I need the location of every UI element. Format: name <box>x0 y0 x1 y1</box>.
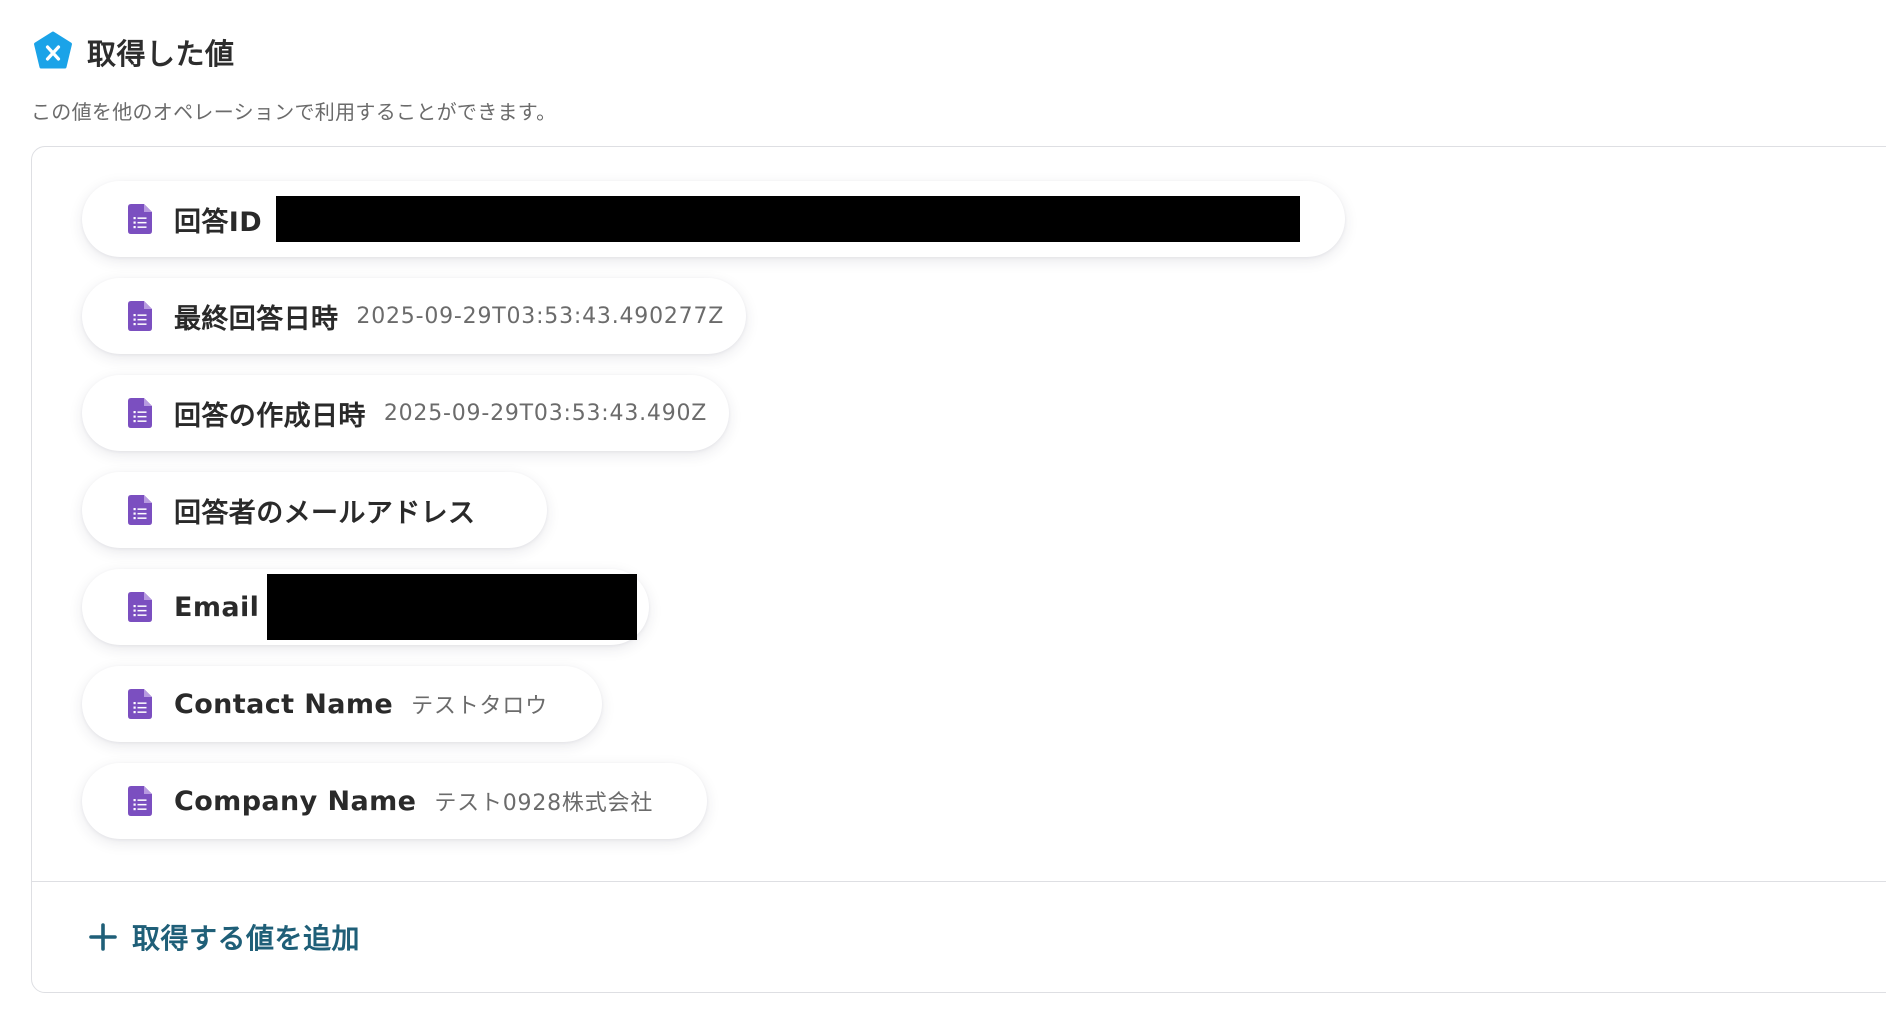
section-description: この値を他のオペレーションで利用することができます。 <box>31 100 557 124</box>
value-text: 2025-09-29T03:53:43.490Z <box>383 400 708 426</box>
google-forms-document-icon <box>128 495 152 525</box>
value-chip-company-name[interactable]: Company Name テスト0928株式会社 <box>82 763 708 839</box>
value-label: Contact Name <box>174 688 394 720</box>
redacted-value <box>276 196 1301 242</box>
value-chip-email[interactable]: Email <box>82 569 650 645</box>
google-forms-document-icon <box>128 786 152 816</box>
value-chip-response-id[interactable]: 回答ID <box>82 181 1345 257</box>
panel-divider <box>32 881 1886 882</box>
value-label: 回答者のメールアドレス <box>174 497 476 529</box>
google-forms-document-icon <box>128 204 152 234</box>
redacted-value <box>267 574 638 640</box>
value-label: 回答ID <box>174 206 263 238</box>
value-chip-contact-name[interactable]: Contact Name テストタロウ <box>82 666 602 742</box>
add-value-button[interactable]: 取得する値を追加 <box>88 917 360 957</box>
value-chip-response-created-time[interactable]: 回答の作成日時 2025-09-29T03:53:43.490Z <box>82 375 730 451</box>
google-forms-document-icon <box>128 689 152 719</box>
value-label: Email <box>174 591 260 623</box>
google-forms-document-icon <box>128 592 152 622</box>
value-text: 2025-09-29T03:53:43.490277Z <box>356 303 725 329</box>
plus-icon <box>89 923 117 951</box>
add-value-label: 取得する値を追加 <box>132 922 361 955</box>
value-label: 最終回答日時 <box>174 303 339 335</box>
google-forms-document-icon <box>128 301 152 331</box>
acquired-values-panel: 回答ID 最終回答日時 2025-09-29T03:53:43.490277Z <box>31 146 1886 993</box>
value-text: テストタロウ <box>411 694 548 719</box>
value-chip-last-response-time[interactable]: 最終回答日時 2025-09-29T03:53:43.490277Z <box>82 278 747 354</box>
value-label: 回答の作成日時 <box>174 400 366 432</box>
value-chip-respondent-email[interactable]: 回答者のメールアドレス <box>82 472 548 548</box>
yoom-x-hexagon-icon <box>34 31 72 69</box>
section-title: 取得した値 <box>87 37 235 71</box>
section-header: 取得した値 <box>31 30 235 74</box>
google-forms-document-icon <box>128 398 152 428</box>
value-chip-list: 回答ID 最終回答日時 2025-09-29T03:53:43.490277Z <box>82 181 1345 860</box>
value-text: テスト0928株式会社 <box>434 791 654 816</box>
value-label: Company Name <box>174 785 417 817</box>
